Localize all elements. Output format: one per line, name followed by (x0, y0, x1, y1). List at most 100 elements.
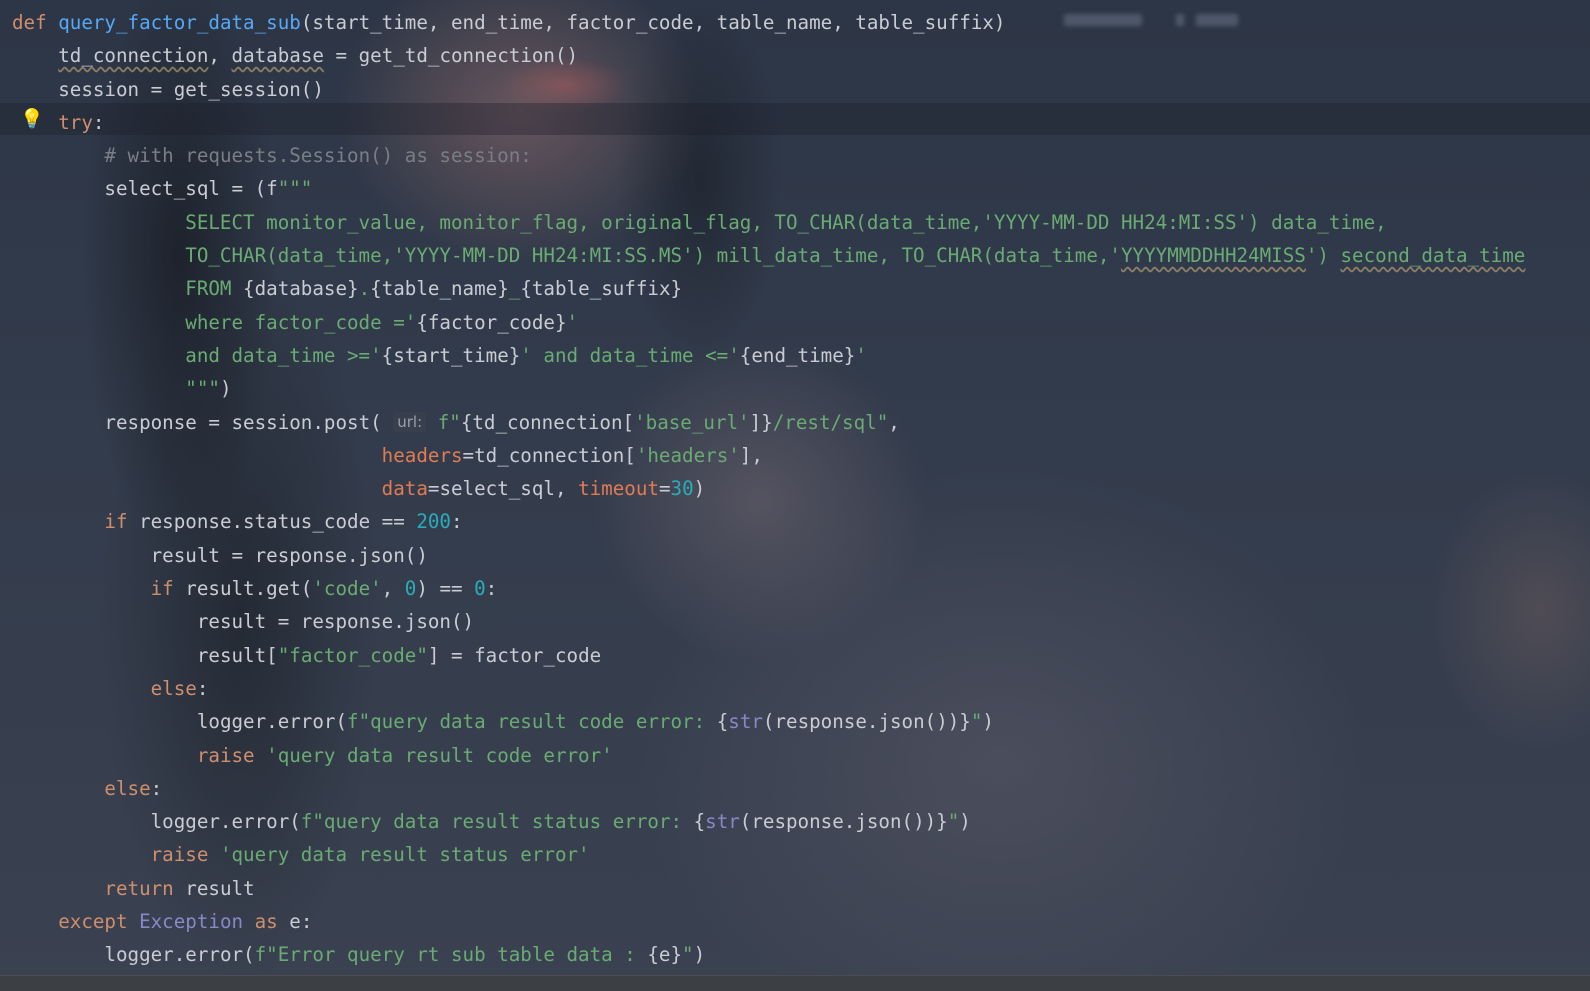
code-text: = get_td_connection() (323, 44, 579, 68)
code-line: FROM {database}.{table_name}_{table_suff… (12, 272, 1525, 305)
code-text: ], (739, 443, 763, 467)
code-line: else: (12, 672, 1525, 705)
variable: database (231, 44, 324, 68)
code-line: TO_CHAR(data_time,'YYYY-MM-DD HH24:MI:SS… (12, 239, 1525, 272)
keyword: if (150, 577, 174, 601)
sql-string: YYYYMMDDHH24MISS (1120, 244, 1306, 268)
code-line: result["factor_code"] = factor_code (12, 639, 1525, 672)
interpolation: {end_time} (739, 343, 856, 367)
code-line: try: (12, 106, 1525, 139)
code-text: result = response.json() (150, 543, 428, 567)
string: 'headers' (635, 443, 740, 467)
code-text: ) == (416, 577, 475, 601)
interpolation: {database} (243, 277, 359, 301)
code-text: , (888, 410, 900, 434)
sql-string: second_data_time (1340, 244, 1526, 268)
sql-string: ' (855, 343, 867, 367)
number: 200 (416, 510, 451, 534)
string: "factor_code" (277, 643, 428, 667)
code-text: ) (219, 377, 232, 401)
interpolation: {e} (647, 943, 683, 967)
code-text: : (196, 676, 209, 700)
code-line: result = response.json() (12, 605, 1525, 638)
interpolation: ]} (749, 410, 773, 434)
keyword-argument: data (381, 477, 428, 501)
code-line: data=select_sql, timeout=30) (12, 472, 1525, 505)
code-text: ) (693, 477, 706, 501)
sql-string: where factor_code =' (185, 310, 417, 334)
code-text: : (92, 110, 105, 134)
code-line: where factor_code ='{factor_code}' (12, 306, 1525, 339)
sql-string: _ (508, 277, 521, 301)
interpolation: (response.json())} (762, 710, 971, 734)
code-text: ) (982, 710, 994, 734)
string: f" (437, 410, 461, 434)
code-text: : (150, 776, 163, 800)
code-line: SELECT monitor_value, monitor_flag, orig… (12, 206, 1525, 239)
code-text: response = session.post( (104, 410, 382, 434)
code-text: logger.error( (150, 810, 301, 834)
number: 30 (670, 477, 694, 501)
code-text: ] = factor_code (427, 643, 602, 667)
sql-string: . (358, 277, 371, 301)
keyword: else (104, 776, 151, 800)
code-text: response.status_code == (127, 510, 417, 534)
parameter-hint: url: (393, 411, 427, 432)
code-line: return result (12, 872, 1525, 905)
number: 0 (404, 577, 417, 601)
comment: # with requests.Session() as session: (104, 144, 532, 168)
horizontal-scrollbar[interactable] (0, 975, 1590, 991)
code-line: logger.error(f"query data result status … (12, 805, 1525, 838)
builtin: str (705, 810, 740, 834)
string: /rest/sql" (772, 410, 889, 434)
sql-string: and data_time >=' (185, 343, 382, 367)
code-text: : (485, 577, 498, 601)
string: f"query data result code error: (347, 710, 717, 734)
code-line: if response.status_code == 200: (12, 505, 1525, 538)
keyword: return (104, 876, 174, 900)
interpolation: {factor_code} (416, 310, 567, 334)
variable: td_connection (58, 44, 209, 68)
keyword: else (150, 676, 197, 700)
code-line: result = response.json() (12, 539, 1525, 572)
string: 'code' (312, 577, 382, 601)
code-text: logger.error( (104, 943, 255, 967)
code-line: headers=td_connection['headers'], (12, 439, 1525, 472)
interpolation: { (716, 710, 729, 734)
keyword-argument: headers (381, 443, 463, 467)
code-line: logger.error(f"query data result code er… (12, 705, 1525, 738)
sql-string: ') (1305, 244, 1341, 268)
parameter-list: (start_time, end_time, factor_code, tabl… (300, 11, 1006, 34)
code-text: e: (277, 910, 313, 934)
sql-string: FROM (185, 277, 244, 301)
code-text: result.get( (173, 577, 313, 601)
interpolation: { (693, 810, 706, 834)
code-editor[interactable]: def query_factor_data_sub(start_time, en… (12, 6, 1525, 972)
code-text: result = response.json() (196, 610, 475, 634)
code-line: td_connection, database = get_td_connect… (12, 39, 1525, 72)
number: 0 (474, 577, 486, 601)
string: 'query data result code error' (254, 743, 613, 767)
code-text: result (173, 876, 255, 900)
code-line: and data_time >='{start_time}' and data_… (12, 339, 1525, 372)
sql-string: ' (566, 310, 579, 334)
builtin: str (728, 710, 763, 734)
code-line: """) (12, 372, 1525, 405)
function-name: query_factor_data_sub (58, 11, 301, 34)
code-line: raise 'query data result code error' (12, 739, 1525, 772)
sql-string: TO_CHAR(data_time,'YYYY-MM-DD HH24:MI:SS… (185, 244, 1121, 268)
interpolation: (response.json())} (739, 810, 948, 834)
code-text: : (450, 510, 463, 534)
keyword: as (243, 910, 278, 934)
code-text: = (658, 477, 671, 501)
class-name: Exception (127, 910, 244, 934)
keyword: try (58, 110, 93, 134)
string: " (970, 710, 983, 734)
code-line: else: (12, 772, 1525, 805)
keyword: def (12, 11, 47, 34)
sql-string: SELECT monitor_value, monitor_flag, orig… (185, 210, 1387, 234)
code-line: logger.error(f"Error query rt sub table … (12, 938, 1525, 971)
code-text: =td_connection[ (462, 443, 636, 467)
string: f"query data result status error: (300, 810, 694, 834)
code-text: =select_sql, (427, 477, 579, 501)
